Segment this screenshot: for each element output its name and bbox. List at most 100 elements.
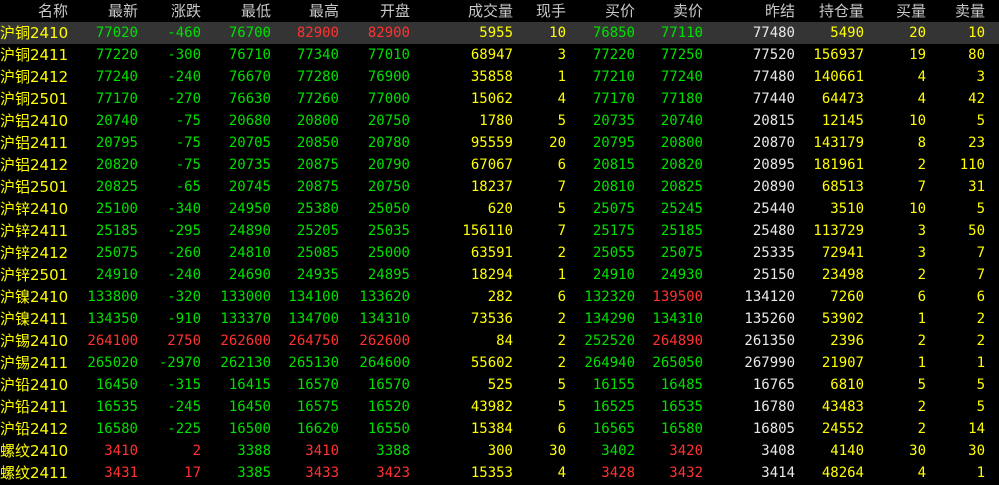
table-row[interactable]: 沪铝2411 20795 -75 20705 20850 20780 95559 20 2079…: [0, 132, 999, 154]
cell-cur: 1: [557, 69, 566, 85]
cell-cur: 5: [557, 113, 566, 129]
column-header-change[interactable]: 涨跌: [138, 0, 201, 22]
cell-oi: 5490: [830, 25, 864, 41]
cell-low: 76710: [228, 47, 271, 63]
cell-bid: 134290: [584, 311, 635, 327]
cell-askvol: 31: [968, 179, 985, 195]
cell-ask: 16485: [660, 377, 703, 393]
column-header-oi[interactable]: 持仓量: [795, 0, 864, 22]
cell-open: 77000: [367, 91, 410, 107]
cell-bidvol: 10: [909, 113, 926, 129]
cell-ask: 25075: [660, 245, 703, 261]
table-row[interactable]: 沪铝2501 20825 -65 20745 20875 20750 18237 7 20810…: [0, 176, 999, 198]
table-row[interactable]: 沪锌2411 25185 -295 24890 25205 25035 156110 7 251…: [0, 220, 999, 242]
table-row[interactable]: 沪铝2410 20740 -75 20680 20800 20750 1780 5 20735 2…: [0, 110, 999, 132]
cell-oi: 72941: [821, 245, 864, 261]
cell-latest: 133800: [87, 289, 138, 305]
cell-name: 沪铅2412: [0, 420, 69, 438]
column-header-bid[interactable]: 买价: [566, 0, 635, 22]
cell-askvol: 50: [968, 223, 985, 239]
cell-open: 82900: [367, 25, 410, 41]
cell-latest: 20820: [95, 157, 138, 173]
cell-ask: 77110: [660, 25, 703, 41]
column-header-low[interactable]: 最低: [201, 0, 271, 22]
cell-ask: 20740: [660, 113, 703, 129]
cell-volume: 15384: [470, 421, 513, 437]
cell-bidvol: 3: [917, 245, 926, 261]
table-row[interactable]: 沪铝2412 20820 -75 20735 20875 20790 67067 6 20815…: [0, 154, 999, 176]
cell-ask: 20825: [660, 179, 703, 195]
cell-prev: 16805: [752, 421, 795, 437]
table-row[interactable]: 沪锡2411 265020 -2970 262130 265130 264600 55602…: [0, 352, 999, 374]
table-row[interactable]: 沪镍2410 133800 -320 133000 134100 133620 282 6 13…: [0, 286, 999, 308]
cell-change: 2750: [167, 333, 201, 349]
table-row[interactable]: 沪锌2501 24910 -240 24690 24935 24895 18294 1 2491…: [0, 264, 999, 286]
column-header-prev[interactable]: 昨结: [703, 0, 795, 22]
cell-volume: 5955: [479, 25, 513, 41]
table-row[interactable]: 沪镍2411 134350 -910 133370 134700 134310 73536 2…: [0, 308, 999, 330]
cell-latest: 20740: [95, 113, 138, 129]
cell-bidvol: 3: [917, 223, 926, 239]
cell-name: 沪铅2411: [0, 398, 69, 416]
column-header-latest[interactable]: 最新: [80, 0, 138, 22]
cell-latest: 134350: [87, 311, 138, 327]
table-row-selected[interactable]: 沪铜2410 77020 -460 76700 82900 82900 5955 10 7685…: [0, 22, 999, 44]
cell-oi: 113729: [813, 223, 864, 239]
table-row[interactable]: 沪铜2411 77220 -300 76710 77340 77010 68947 3 7722…: [0, 44, 999, 66]
column-header-ask[interactable]: 卖价: [635, 0, 703, 22]
cell-name: 沪镍2410: [0, 288, 69, 306]
cell-oi: 68513: [821, 179, 864, 195]
cell-low: 16450: [228, 399, 271, 415]
cell-bid: 77210: [592, 69, 635, 85]
column-header-askvol[interactable]: 卖量: [926, 0, 985, 22]
cell-bidvol: 20: [909, 25, 926, 41]
cell-ask: 139500: [652, 289, 703, 305]
cell-name: 螺纹2411: [0, 464, 69, 482]
cell-name: 螺纹2410: [0, 442, 69, 460]
cell-askvol: 5: [976, 377, 985, 393]
cell-askvol: 7: [976, 245, 985, 261]
cell-high: 16575: [296, 399, 339, 415]
table-row[interactable]: 沪铜2412 77240 -240 76670 77280 76900 35858 1 7721…: [0, 66, 999, 88]
cell-prev: 261350: [744, 333, 795, 349]
table-row[interactable]: 沪锌2410 25100 -340 24950 25380 25050 620 5 25075 2…: [0, 198, 999, 220]
table-row[interactable]: 沪铅2410 16450 -315 16415 16570 16570 525 5 16155 1…: [0, 374, 999, 396]
cell-prev: 267990: [744, 355, 795, 371]
table-row[interactable]: 沪锡2410 264100 2750 262600 264750 262600 84 2 252…: [0, 330, 999, 352]
cell-change: -260: [167, 245, 201, 261]
table-row[interactable]: 沪铅2411 16535 -245 16450 16575 16520 43982 5 1652…: [0, 396, 999, 418]
cell-bid: 3428: [601, 465, 635, 481]
cell-oi: 4140: [830, 443, 864, 459]
column-header-volume[interactable]: 成交量: [410, 0, 513, 22]
cell-oi: 3510: [830, 201, 864, 217]
column-header-high[interactable]: 最高: [271, 0, 339, 22]
table-row[interactable]: 沪铜2501 77170 -270 76630 77260 77000 15062 4 7717…: [0, 88, 999, 110]
cell-ask: 3432: [669, 465, 703, 481]
table-row[interactable]: 螺纹2410 3410 2 3388 3410 3388 300 30 3402 3420 3408…: [0, 440, 999, 462]
cell-bid: 132320: [584, 289, 635, 305]
cell-volume: 282: [487, 289, 513, 305]
cell-bidvol: 2: [917, 421, 926, 437]
cell-oi: 181961: [813, 157, 864, 173]
cell-change: -300: [167, 47, 201, 63]
cell-high: 3410: [305, 443, 339, 459]
cell-oi: 2396: [830, 333, 864, 349]
cell-askvol: 5: [976, 201, 985, 217]
cell-bidvol: 2: [917, 157, 926, 173]
cell-open: 16520: [367, 399, 410, 415]
cell-prev: 77480: [752, 25, 795, 41]
cell-open: 134310: [359, 311, 410, 327]
column-header-cur[interactable]: 现手: [513, 0, 566, 22]
cell-volume: 300: [487, 443, 513, 459]
cell-cur: 4: [557, 91, 566, 107]
column-header-open[interactable]: 开盘: [339, 0, 410, 22]
cell-ask: 77240: [660, 69, 703, 85]
cell-volume: 35858: [470, 69, 513, 85]
table-header: 名称 最新 涨跌 最低 最高 开盘 成交量 现手 买价 卖价 昨结 持仓量 买量 卖量: [0, 0, 999, 22]
table-row[interactable]: 螺纹2411 3431 17 3385 3433 3423 15353 4 3428 3432 34…: [0, 462, 999, 484]
column-header-bidvol[interactable]: 买量: [864, 0, 926, 22]
cell-high: 20875: [296, 157, 339, 173]
cell-latest: 264100: [87, 333, 138, 349]
table-row[interactable]: 沪铅2412 16580 -225 16500 16620 16550 15384 6 1656…: [0, 418, 999, 440]
table-row[interactable]: 沪锌2412 25075 -260 24810 25085 25000 63591 2 2505…: [0, 242, 999, 264]
